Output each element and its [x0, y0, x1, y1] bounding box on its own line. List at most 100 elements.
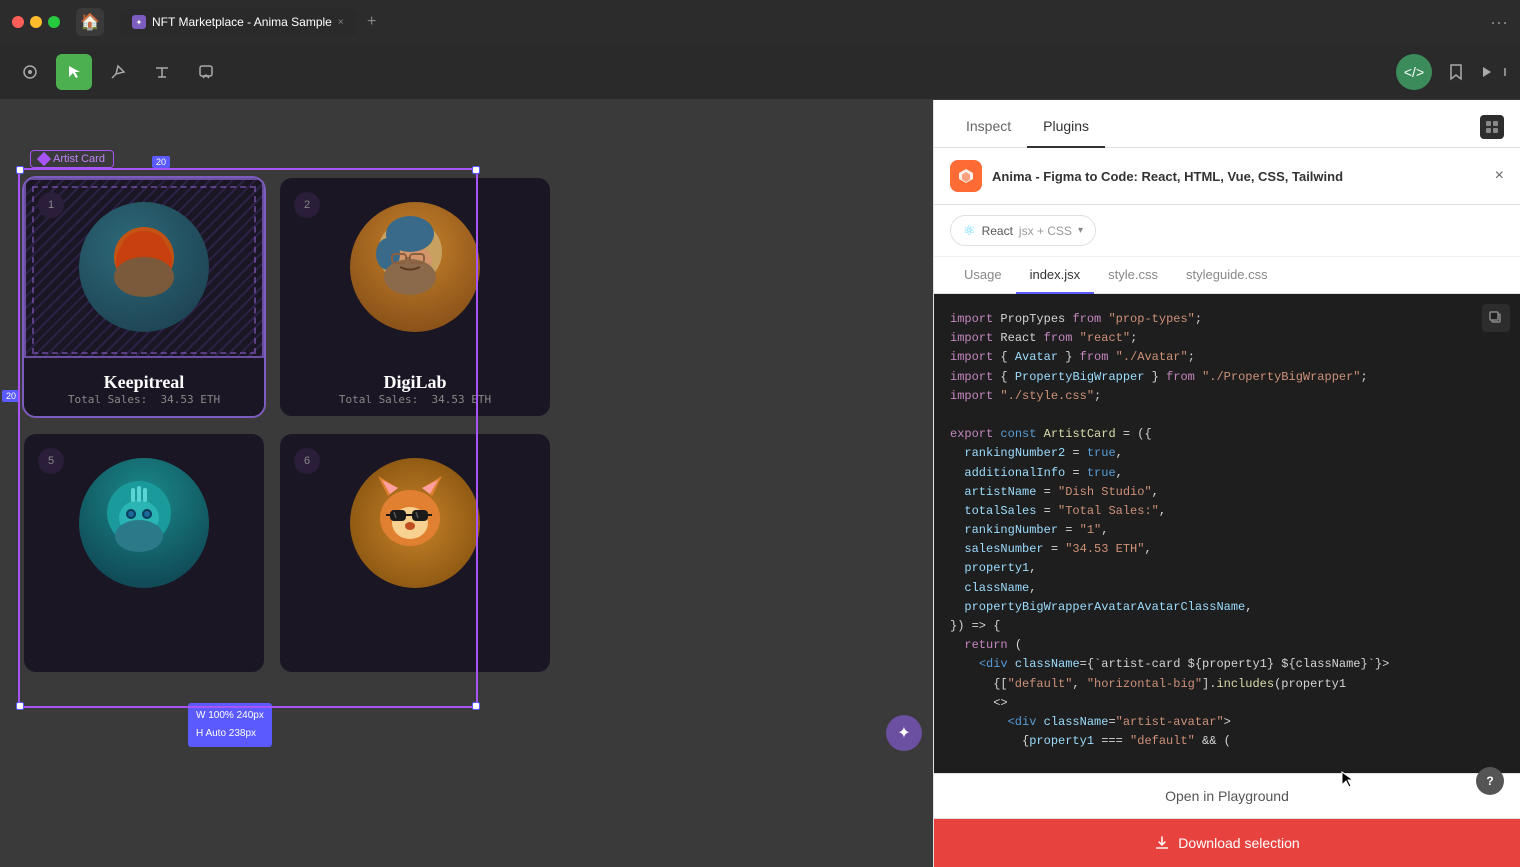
code-view-button[interactable]: </> — [1396, 54, 1432, 90]
plugin-title: Anima - Figma to Code: React, HTML, Vue,… — [992, 169, 1485, 184]
framework-dropdown[interactable]: ⚛ React jsx + CSS ▾ — [950, 215, 1096, 246]
tab-inspect[interactable]: Inspect — [950, 106, 1027, 148]
card-avatar-1 — [79, 202, 209, 332]
copy-code-button[interactable] — [1482, 304, 1510, 332]
tab-icon: ✦ — [132, 15, 146, 29]
code-line-10: artistName = "Dish Studio", — [950, 483, 1504, 502]
plugin-header: Anima - Figma to Code: React, HTML, Vue,… — [934, 148, 1520, 205]
card-grid: 1 — [24, 178, 560, 674]
tab-close-icon[interactable]: × — [338, 17, 344, 28]
code-line-11: totalSales = "Total Sales:", — [950, 502, 1504, 521]
code-line-23: {property1 === "default" && ( — [950, 732, 1504, 751]
card-info-1: Keepitreal Total Sales: 34.53 ETH — [24, 366, 264, 416]
code-line-7: export const ArtistCard = ({ — [950, 425, 1504, 444]
code-tab-styleguide-css[interactable]: styleguide.css — [1172, 257, 1282, 294]
select-tool-button[interactable] — [12, 54, 48, 90]
download-selection-button[interactable]: Download selection — [934, 819, 1520, 867]
panel-tab-right-icon — [1480, 115, 1504, 147]
nft-card-5[interactable]: 5 — [24, 434, 264, 672]
code-line-5: import "./style.css"; — [950, 387, 1504, 406]
comment-tool-button[interactable] — [188, 54, 224, 90]
bookmark-button[interactable] — [1440, 56, 1472, 88]
code-line-19: <div className={`artist-card ${property1… — [950, 655, 1504, 674]
nft-card-2[interactable]: 2 — [280, 178, 550, 416]
framework-label: React — [982, 224, 1013, 238]
size-height: H Auto 238px — [196, 725, 264, 743]
code-tabs: Usage index.jsx style.css styleguide.css — [934, 257, 1520, 294]
code-tab-index-jsx[interactable]: index.jsx — [1016, 257, 1095, 294]
card-avatar-2 — [350, 202, 480, 332]
code-tab-style-css[interactable]: style.css — [1094, 257, 1172, 294]
code-editor[interactable]: import PropTypes from "prop-types"; impo… — [934, 294, 1520, 773]
code-line-22: <div className="artist-avatar"> — [950, 713, 1504, 732]
main-content: Artist Card 20 20 20 1 — [0, 100, 1520, 867]
component-label-text: Artist Card — [53, 153, 105, 165]
code-line-15: className, — [950, 579, 1504, 598]
framework-suffix: jsx + CSS — [1019, 224, 1072, 238]
home-button[interactable]: 🏠 — [76, 8, 104, 36]
code-line-9: additionalInfo = true, — [950, 464, 1504, 483]
right-panel: Inspect Plugins — [933, 100, 1520, 867]
canvas-area[interactable]: Artist Card 20 20 20 1 — [0, 100, 933, 867]
chevron-down-icon: ▾ — [1078, 225, 1083, 236]
code-line-16: propertyBigWrapperAvatarAvatarClassName, — [950, 598, 1504, 617]
code-line-20: {["default", "horizontal-big"].includes(… — [950, 675, 1504, 694]
code-line-4: import { PropertyBigWrapper } from "./Pr… — [950, 368, 1504, 387]
pen-tool-button[interactable] — [100, 54, 136, 90]
code-line-2: import React from "react"; — [950, 329, 1504, 348]
tab-label: NFT Marketplace - Anima Sample — [152, 15, 332, 29]
nft-card-6[interactable]: 6 — [280, 434, 550, 672]
download-label: Download selection — [1178, 835, 1299, 851]
help-button[interactable]: ? — [1476, 767, 1504, 795]
nft-card-1[interactable]: 1 — [24, 178, 264, 416]
traffic-lights — [12, 16, 60, 28]
code-line-21: <> — [950, 694, 1504, 713]
card-name-1: Keepitreal — [34, 372, 254, 393]
code-line-17: }) => { — [950, 617, 1504, 636]
open-in-playground-button[interactable]: Open in Playground — [934, 774, 1520, 819]
active-tab[interactable]: ✦ NFT Marketplace - Anima Sample × — [120, 9, 356, 35]
minimize-button[interactable] — [30, 16, 42, 28]
tab-bar: ✦ NFT Marketplace - Anima Sample × + — [120, 9, 384, 35]
react-icon: ⚛ — [963, 222, 976, 239]
fullscreen-button[interactable] — [48, 16, 60, 28]
code-tab-usage[interactable]: Usage — [950, 257, 1016, 294]
code-line-3: import { Avatar } from "./Avatar"; — [950, 348, 1504, 367]
card-rank-1: 1 — [38, 192, 64, 218]
text-tool-button[interactable] — [144, 54, 180, 90]
close-button[interactable] — [12, 16, 24, 28]
new-tab-button[interactable]: + — [360, 10, 384, 34]
download-icon — [1154, 835, 1170, 851]
size-width: W 100% 240px — [196, 707, 264, 725]
dim-top-label: 20 — [152, 156, 170, 168]
preview-button[interactable] — [1480, 65, 1508, 79]
component-icon — [37, 152, 51, 166]
ai-sparkle-button[interactable]: ✦ — [886, 715, 922, 751]
card-name-2: DigiLab — [290, 372, 540, 393]
toolbar: </> — [0, 44, 1520, 100]
code-line-8: rankingNumber2 = true, — [950, 444, 1504, 463]
card-rank-5: 5 — [38, 448, 64, 474]
card-info-2: DigiLab Total Sales: 34.53 ETH — [280, 366, 550, 416]
size-info-box: W 100% 240px H Auto 238px — [188, 703, 272, 747]
card-sales-1: Total Sales: 34.53 ETH — [34, 393, 254, 406]
card-sales-2: Total Sales: 34.53 ETH — [290, 393, 540, 406]
dim-left-label: 20 — [2, 390, 20, 402]
card-rank-2: 2 — [294, 192, 320, 218]
titlebar: 🏠 ✦ NFT Marketplace - Anima Sample × + ·… — [0, 0, 1520, 44]
card-avatar-6 — [350, 458, 480, 588]
grid-icon[interactable] — [1480, 115, 1504, 139]
toolbar-right: </> — [1396, 54, 1508, 90]
cursor-tool-button[interactable] — [56, 54, 92, 90]
framework-selector: ⚛ React jsx + CSS ▾ — [934, 205, 1520, 257]
panel-bottom: Open in Playground Download selection — [934, 773, 1520, 867]
artist-card-component-label: Artist Card — [30, 150, 114, 168]
code-line-12: rankingNumber = "1", — [950, 521, 1504, 540]
close-plugin-button[interactable]: × — [1495, 167, 1504, 185]
plugin-icon — [950, 160, 982, 192]
card-rank-6: 6 — [294, 448, 320, 474]
tab-plugins[interactable]: Plugins — [1027, 106, 1105, 148]
panel-tabs: Inspect Plugins — [934, 100, 1520, 148]
code-line-13: salesNumber = "34.53 ETH", — [950, 540, 1504, 559]
code-line-18: return ( — [950, 636, 1504, 655]
